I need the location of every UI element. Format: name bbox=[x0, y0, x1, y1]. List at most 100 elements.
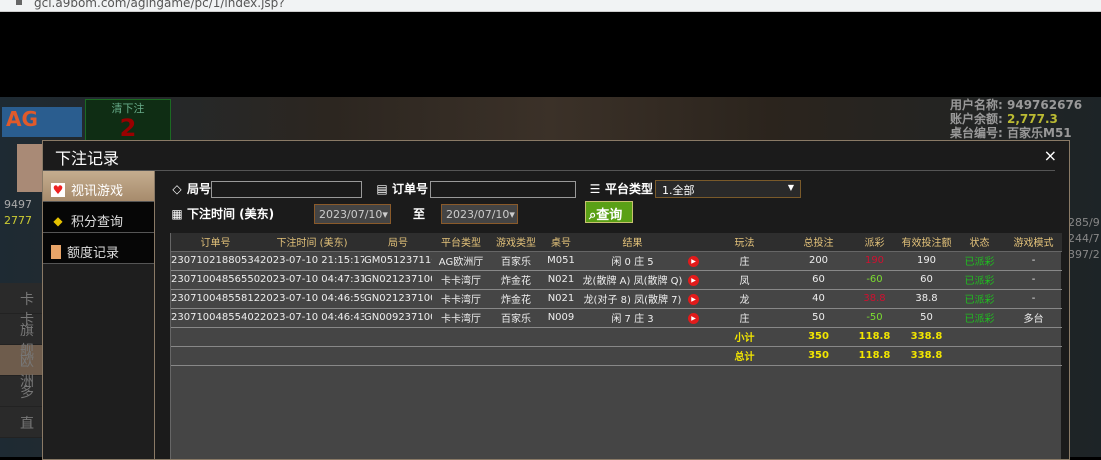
bet-time: 2023-07-10 04:46:59 bbox=[260, 289, 364, 309]
total-bet: 40 bbox=[787, 289, 850, 309]
calendar-icon: ▦ bbox=[171, 206, 183, 221]
valid-bet: 190 bbox=[899, 251, 954, 271]
subtotal-valid: 338.8 bbox=[899, 327, 954, 347]
bet-option: 龙 bbox=[702, 289, 787, 309]
lock-icon bbox=[16, 0, 22, 5]
subtotal-row: 小计 350 118.8 338.8 bbox=[171, 327, 1062, 347]
replay-cell: ▶ bbox=[685, 270, 702, 290]
payout: 190 bbox=[850, 251, 899, 271]
status: 已派彩 bbox=[954, 270, 1005, 290]
round-input[interactable] bbox=[211, 181, 362, 198]
time-label: ▦ 下注时间 (美东) bbox=[170, 205, 274, 222]
play-video-icon[interactable]: ▶ bbox=[688, 274, 699, 286]
game-mode: - bbox=[1005, 289, 1062, 309]
platform-label: ☰ 平台类型 bbox=[588, 180, 653, 197]
sidebar-item-label: 视讯游戏 bbox=[71, 184, 124, 199]
round-label: ◇ 局号 bbox=[170, 180, 211, 197]
query-label: 查询 bbox=[596, 208, 623, 223]
game-type: 百家乐 bbox=[490, 308, 542, 328]
hall-item[interactable]: 直 bbox=[0, 407, 42, 438]
url-text: gci.a9bom.com/agingame/pc/1/index.jsp? bbox=[34, 0, 285, 10]
query-button[interactable]: ⌕查询 bbox=[585, 201, 633, 223]
round-label-text: 局号 bbox=[187, 182, 212, 196]
column-header: 游戏模式 bbox=[1005, 233, 1062, 252]
stat: 244/7 bbox=[1068, 232, 1100, 245]
table-no: N021 bbox=[542, 289, 580, 309]
payout: 38.8 bbox=[850, 289, 899, 309]
column-header: 局号 bbox=[364, 233, 432, 252]
balance: 2,777.3 bbox=[1007, 112, 1058, 126]
sidebar-item-video-games[interactable]: ♥ 视讯游戏 bbox=[43, 171, 154, 202]
order-no: 230710048558121 bbox=[171, 289, 260, 309]
table-row: 230710218805340 2023-07-10 21:15:17 GM0512… bbox=[171, 251, 1062, 271]
stat: 397/2 bbox=[1068, 248, 1100, 261]
total-bet: 50 bbox=[787, 308, 850, 328]
platform-select[interactable]: 1.全部 ▼ bbox=[655, 180, 801, 198]
hall-item[interactable]: 卡卡 bbox=[0, 283, 42, 328]
column-header: 游戏类型 bbox=[490, 233, 542, 252]
table-row: 230710048565504 2023-07-10 04:47:31 GN0212… bbox=[171, 270, 1062, 290]
stat: 285/9 bbox=[1068, 216, 1100, 229]
left-user-info: 9497 2777 bbox=[4, 197, 32, 229]
result: 龙(散牌 A) 凤(散牌 Q) bbox=[580, 270, 685, 290]
column-header: 状态 bbox=[954, 233, 1005, 252]
bet-records-table: 订单号 下注时间 (美东) 局号 平台类型 游戏类型 桌号 结果 玩法 总投注 派彩 有效投注额 状态… bbox=[170, 233, 1062, 459]
total-bet: 60 bbox=[787, 270, 850, 290]
platform-value: 1.全部 bbox=[662, 184, 695, 197]
play-video-icon[interactable]: ▶ bbox=[688, 255, 699, 267]
column-header: 玩法 bbox=[702, 233, 787, 252]
to-label: 至 bbox=[413, 207, 426, 221]
platform: 卡卡湾厅 bbox=[432, 308, 490, 328]
game-type: 炸金花 bbox=[490, 270, 542, 290]
clear-bets-button[interactable]: 清下注 2 bbox=[85, 99, 171, 141]
sidebar-item-credit-records[interactable]: 额度记录 bbox=[43, 233, 154, 264]
order-no: 230710048565504 bbox=[171, 270, 260, 290]
total-payout: 118.8 bbox=[850, 346, 899, 366]
table-row: 230710048558121 2023-07-10 04:46:59 GN0212… bbox=[171, 289, 1062, 309]
payout: -60 bbox=[850, 270, 899, 290]
order-no: 230710048554029 bbox=[171, 308, 260, 328]
valid-bet: 60 bbox=[899, 270, 954, 290]
subtotal-bet: 350 bbox=[787, 327, 850, 347]
status: 已派彩 bbox=[954, 289, 1005, 309]
total-valid: 338.8 bbox=[899, 346, 954, 366]
blank bbox=[954, 346, 1062, 366]
table-no: N009 bbox=[542, 308, 580, 328]
close-icon[interactable]: × bbox=[1044, 146, 1057, 165]
left-balance: 2777 bbox=[4, 214, 32, 227]
order-label-text: 订单号 bbox=[392, 182, 429, 196]
play-video-icon[interactable]: ▶ bbox=[688, 312, 699, 324]
play-video-icon[interactable]: ▶ bbox=[688, 293, 699, 305]
user-info: 用户名称: 949762676 账户余额: 2,777.3 桌台编号: 百家乐M… bbox=[950, 98, 1082, 140]
platform: 卡卡湾厅 bbox=[432, 289, 490, 309]
replay-cell: ▶ bbox=[685, 251, 702, 271]
status: 已派彩 bbox=[954, 251, 1005, 271]
subtotal-payout: 118.8 bbox=[850, 327, 899, 347]
address-bar[interactable]: gci.a9bom.com/agingame/pc/1/index.jsp? bbox=[0, 0, 1101, 12]
payout: -50 bbox=[850, 308, 899, 328]
round-no: GN0212371008L bbox=[364, 289, 432, 309]
bet-time: 2023-07-10 04:46:43 bbox=[260, 308, 364, 328]
total-row: 总计 350 118.8 338.8 bbox=[171, 346, 1062, 366]
round-no: GM05123711014 bbox=[364, 251, 432, 271]
left-hall-nav: 卡卡 旗舰 欧洲 多 直 bbox=[0, 283, 42, 438]
cards-icon: ♥ bbox=[51, 182, 65, 197]
order-input[interactable] bbox=[430, 181, 576, 198]
sidebar-item-label: 额度记录 bbox=[67, 246, 120, 261]
list-icon: ☰ bbox=[589, 181, 601, 196]
ag-logo: AG bbox=[2, 107, 82, 137]
date-from-select[interactable]: 2023/07/10▾ bbox=[314, 204, 391, 224]
clear-count: 2 bbox=[119, 114, 137, 142]
platform: 卡卡湾厅 bbox=[432, 270, 490, 290]
sidebar-item-label: 积分查询 bbox=[71, 215, 124, 230]
game-mode: - bbox=[1005, 251, 1062, 271]
sidebar-item-points[interactable]: ◆ 积分查询 bbox=[43, 202, 154, 233]
bet-time: 2023-07-10 04:47:31 bbox=[260, 270, 364, 290]
result: 闲 0 庄 5 bbox=[580, 251, 685, 271]
blank bbox=[954, 327, 1062, 347]
date-to-select[interactable]: 2023/07/10▾ bbox=[441, 204, 518, 224]
game-mode: 多台 bbox=[1005, 308, 1062, 328]
bet-time: 2023-07-10 21:15:17 bbox=[260, 251, 364, 271]
total-bet: 350 bbox=[787, 346, 850, 366]
chevron-down-icon: ▼ bbox=[787, 183, 794, 192]
